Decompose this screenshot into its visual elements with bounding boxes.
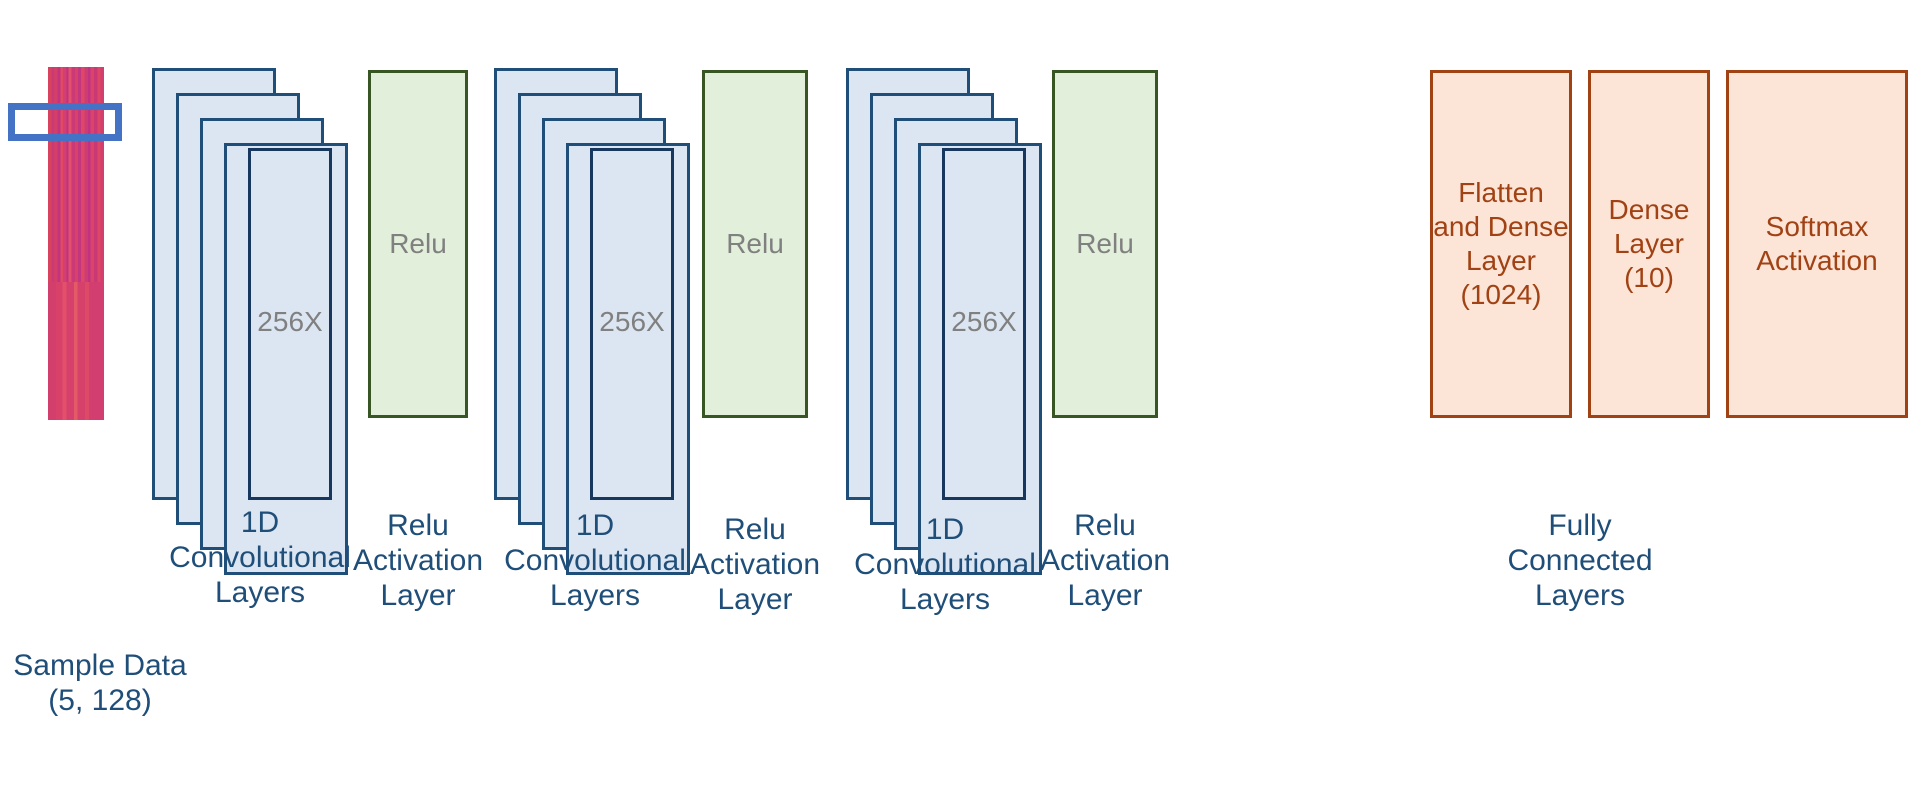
relu-block-2: Relu xyxy=(702,70,808,418)
caption-relu-2: Relu Activation Layer xyxy=(689,513,821,617)
softmax-block: Softmax Activation xyxy=(1726,70,1908,418)
caption-sample-data: Sample Data (5, 128) xyxy=(13,649,187,718)
conv-filter-count-3: 256X xyxy=(951,306,1017,337)
dense-layer-label: Dense Layer (10) xyxy=(1608,193,1690,294)
caption-relu-3: Relu Activation Layer xyxy=(1039,509,1171,613)
caption-relu-1: Relu Activation Layer xyxy=(352,509,484,613)
relu-block-3: Relu xyxy=(1052,70,1158,418)
relu-block-1-label: Relu xyxy=(389,227,447,259)
conv-filter-count-2: 256X xyxy=(599,306,665,337)
cnn-architecture-diagram: Sample Data (5, 128) 256X 1D Convolution… xyxy=(0,0,1916,786)
relu-block-1: Relu xyxy=(368,70,468,418)
relu-block-3-label: Relu xyxy=(1076,227,1134,259)
selection-window-rectangle[interactable] xyxy=(8,103,122,141)
caption-fully-connected: Fully Connected Layers xyxy=(1507,509,1653,613)
dense-layer-block: Dense Layer (10) xyxy=(1588,70,1710,418)
softmax-label: Softmax Activation xyxy=(1756,210,1878,276)
conv-filter-count-1: 256X xyxy=(257,306,323,337)
flatten-dense-block: Flatten and Dense Layer (1024) xyxy=(1430,70,1572,418)
flatten-dense-label: Flatten and Dense Layer (1024) xyxy=(1433,176,1569,311)
heatmap-stripes-lower xyxy=(48,282,104,420)
relu-block-2-label: Relu xyxy=(726,227,784,259)
